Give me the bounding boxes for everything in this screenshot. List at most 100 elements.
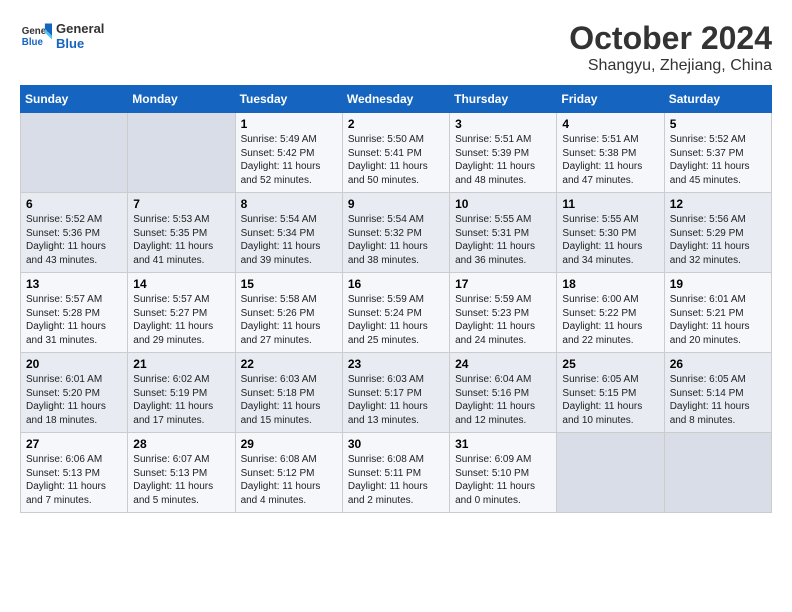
day-info: Sunrise: 5:52 AM Sunset: 5:36 PM Dayligh… <box>26 213 122 267</box>
day-info: Sunrise: 5:50 AM Sunset: 5:41 PM Dayligh… <box>348 133 444 187</box>
calendar-cell: 3 Sunrise: 5:51 AM Sunset: 5:39 PM Daylig… <box>450 113 557 193</box>
calendar-week-4: 20Sunrise: 6:01 AM Sunset: 5:20 PM Dayli… <box>21 353 772 433</box>
day-number: 16 <box>348 277 444 291</box>
day-number: 5 <box>670 117 766 131</box>
calendar-cell <box>21 113 128 193</box>
calendar-cell: 21Sunrise: 6:02 AM Sunset: 5:19 PM Dayli… <box>128 353 235 433</box>
day-header-thursday: Thursday <box>450 86 557 113</box>
calendar-cell: 8Sunrise: 5:54 AM Sunset: 5:34 PM Daylig… <box>235 193 342 273</box>
day-number: 22 <box>241 357 337 371</box>
calendar-cell <box>664 433 771 513</box>
day-info: Sunrise: 5:59 AM Sunset: 5:24 PM Dayligh… <box>348 293 444 347</box>
day-number: 19 <box>670 277 766 291</box>
day-number: 24 <box>455 357 551 371</box>
day-number: 1 <box>241 117 337 131</box>
calendar-cell: 15Sunrise: 5:58 AM Sunset: 5:26 PM Dayli… <box>235 273 342 353</box>
day-info: Sunrise: 6:01 AM Sunset: 5:21 PM Dayligh… <box>670 293 766 347</box>
day-info: Sunrise: 5:49 AM Sunset: 5:42 PM Dayligh… <box>241 133 337 187</box>
calendar-cell: 27Sunrise: 6:06 AM Sunset: 5:13 PM Dayli… <box>21 433 128 513</box>
day-info: Sunrise: 5:52 AM Sunset: 5:37 PM Dayligh… <box>670 133 766 187</box>
logo-line1: General <box>56 21 104 36</box>
day-number: 12 <box>670 197 766 211</box>
day-number: 17 <box>455 277 551 291</box>
day-number: 31 <box>455 437 551 451</box>
calendar-cell: 14Sunrise: 5:57 AM Sunset: 5:27 PM Dayli… <box>128 273 235 353</box>
day-number: 4 <box>562 117 658 131</box>
day-number: 25 <box>562 357 658 371</box>
day-header-tuesday: Tuesday <box>235 86 342 113</box>
day-info: Sunrise: 6:03 AM Sunset: 5:17 PM Dayligh… <box>348 373 444 427</box>
day-number: 18 <box>562 277 658 291</box>
day-number: 2 <box>348 117 444 131</box>
calendar-cell: 6 Sunrise: 5:52 AM Sunset: 5:36 PM Daylig… <box>21 193 128 273</box>
logo-icon: General Blue <box>20 20 52 52</box>
day-number: 26 <box>670 357 766 371</box>
calendar-cell: 17 Sunrise: 5:59 AM Sunset: 5:23 PM Dayli… <box>450 273 557 353</box>
day-info: Sunrise: 5:59 AM Sunset: 5:23 PM Dayligh… <box>455 293 551 347</box>
day-info: Sunrise: 5:51 AM Sunset: 5:39 PM Dayligh… <box>455 133 551 187</box>
calendar-cell: 12 Sunrise: 5:56 AM Sunset: 5:29 PM Dayli… <box>664 193 771 273</box>
day-info: Sunrise: 5:54 AM Sunset: 5:32 PM Dayligh… <box>348 213 444 267</box>
calendar-cell: 7 Sunrise: 5:53 AM Sunset: 5:35 PM Daylig… <box>128 193 235 273</box>
day-number: 30 <box>348 437 444 451</box>
location-subtitle: Shangyu, Zhejiang, China <box>569 57 772 75</box>
calendar-cell: 24 Sunrise: 6:04 AM Sunset: 5:16 PM Dayli… <box>450 353 557 433</box>
day-number: 11 <box>562 197 658 211</box>
month-title: October 2024 <box>569 20 772 57</box>
calendar-cell: 2 Sunrise: 5:50 AM Sunset: 5:41 PM Daylig… <box>342 113 449 193</box>
day-info: Sunrise: 5:53 AM Sunset: 5:35 PM Dayligh… <box>133 213 229 267</box>
calendar-cell <box>557 433 664 513</box>
day-header-saturday: Saturday <box>664 86 771 113</box>
day-number: 27 <box>26 437 122 451</box>
calendar-cell: 16 Sunrise: 5:59 AM Sunset: 5:24 PM Dayli… <box>342 273 449 353</box>
calendar-cell: 20Sunrise: 6:01 AM Sunset: 5:20 PM Dayli… <box>21 353 128 433</box>
day-number: 8 <box>241 197 337 211</box>
calendar-cell: 5 Sunrise: 5:52 AM Sunset: 5:37 PM Daylig… <box>664 113 771 193</box>
day-header-monday: Monday <box>128 86 235 113</box>
calendar-cell: 9Sunrise: 5:54 AM Sunset: 5:32 PM Daylig… <box>342 193 449 273</box>
calendar-table: SundayMondayTuesdayWednesdayThursdayFrid… <box>20 85 772 513</box>
calendar-header-row: SundayMondayTuesdayWednesdayThursdayFrid… <box>21 86 772 113</box>
day-number: 21 <box>133 357 229 371</box>
calendar-cell <box>128 113 235 193</box>
day-number: 7 <box>133 197 229 211</box>
day-number: 20 <box>26 357 122 371</box>
calendar-cell: 29Sunrise: 6:08 AM Sunset: 5:12 PM Dayli… <box>235 433 342 513</box>
day-info: Sunrise: 5:58 AM Sunset: 5:26 PM Dayligh… <box>241 293 337 347</box>
calendar-week-3: 13Sunrise: 5:57 AM Sunset: 5:28 PM Dayli… <box>21 273 772 353</box>
calendar-cell: 25 Sunrise: 6:05 AM Sunset: 5:15 PM Dayli… <box>557 353 664 433</box>
day-info: Sunrise: 6:09 AM Sunset: 5:10 PM Dayligh… <box>455 453 551 507</box>
day-info: Sunrise: 6:05 AM Sunset: 5:15 PM Dayligh… <box>562 373 658 427</box>
calendar-week-5: 27Sunrise: 6:06 AM Sunset: 5:13 PM Dayli… <box>21 433 772 513</box>
day-info: Sunrise: 6:04 AM Sunset: 5:16 PM Dayligh… <box>455 373 551 427</box>
calendar-cell: 26Sunrise: 6:05 AM Sunset: 5:14 PM Dayli… <box>664 353 771 433</box>
calendar-cell: 31 Sunrise: 6:09 AM Sunset: 5:10 PM Dayli… <box>450 433 557 513</box>
calendar-week-1: 1 Sunrise: 5:49 AM Sunset: 5:42 PM Daylig… <box>21 113 772 193</box>
day-number: 13 <box>26 277 122 291</box>
logo-line2: Blue <box>56 36 104 51</box>
day-number: 10 <box>455 197 551 211</box>
calendar-cell: 18Sunrise: 6:00 AM Sunset: 5:22 PM Dayli… <box>557 273 664 353</box>
day-number: 6 <box>26 197 122 211</box>
day-number: 3 <box>455 117 551 131</box>
day-info: Sunrise: 5:55 AM Sunset: 5:31 PM Dayligh… <box>455 213 551 267</box>
title-block: October 2024 Shangyu, Zhejiang, China <box>569 20 772 75</box>
day-header-sunday: Sunday <box>21 86 128 113</box>
logo: General Blue General Blue <box>20 20 104 52</box>
calendar-cell: 4 Sunrise: 5:51 AM Sunset: 5:38 PM Daylig… <box>557 113 664 193</box>
day-number: 23 <box>348 357 444 371</box>
day-header-friday: Friday <box>557 86 664 113</box>
calendar-cell: 13Sunrise: 5:57 AM Sunset: 5:28 PM Dayli… <box>21 273 128 353</box>
calendar-cell: 22 Sunrise: 6:03 AM Sunset: 5:18 PM Dayli… <box>235 353 342 433</box>
day-info: Sunrise: 5:51 AM Sunset: 5:38 PM Dayligh… <box>562 133 658 187</box>
day-number: 28 <box>133 437 229 451</box>
calendar-cell: 23 Sunrise: 6:03 AM Sunset: 5:17 PM Dayli… <box>342 353 449 433</box>
day-info: Sunrise: 6:03 AM Sunset: 5:18 PM Dayligh… <box>241 373 337 427</box>
day-info: Sunrise: 6:07 AM Sunset: 5:13 PM Dayligh… <box>133 453 229 507</box>
svg-text:Blue: Blue <box>22 37 44 48</box>
page-header: General Blue General Blue October 2024 S… <box>20 20 772 75</box>
calendar-week-2: 6 Sunrise: 5:52 AM Sunset: 5:36 PM Daylig… <box>21 193 772 273</box>
calendar-cell: 28 Sunrise: 6:07 AM Sunset: 5:13 PM Dayli… <box>128 433 235 513</box>
day-info: Sunrise: 5:57 AM Sunset: 5:27 PM Dayligh… <box>133 293 229 347</box>
day-info: Sunrise: 5:56 AM Sunset: 5:29 PM Dayligh… <box>670 213 766 267</box>
